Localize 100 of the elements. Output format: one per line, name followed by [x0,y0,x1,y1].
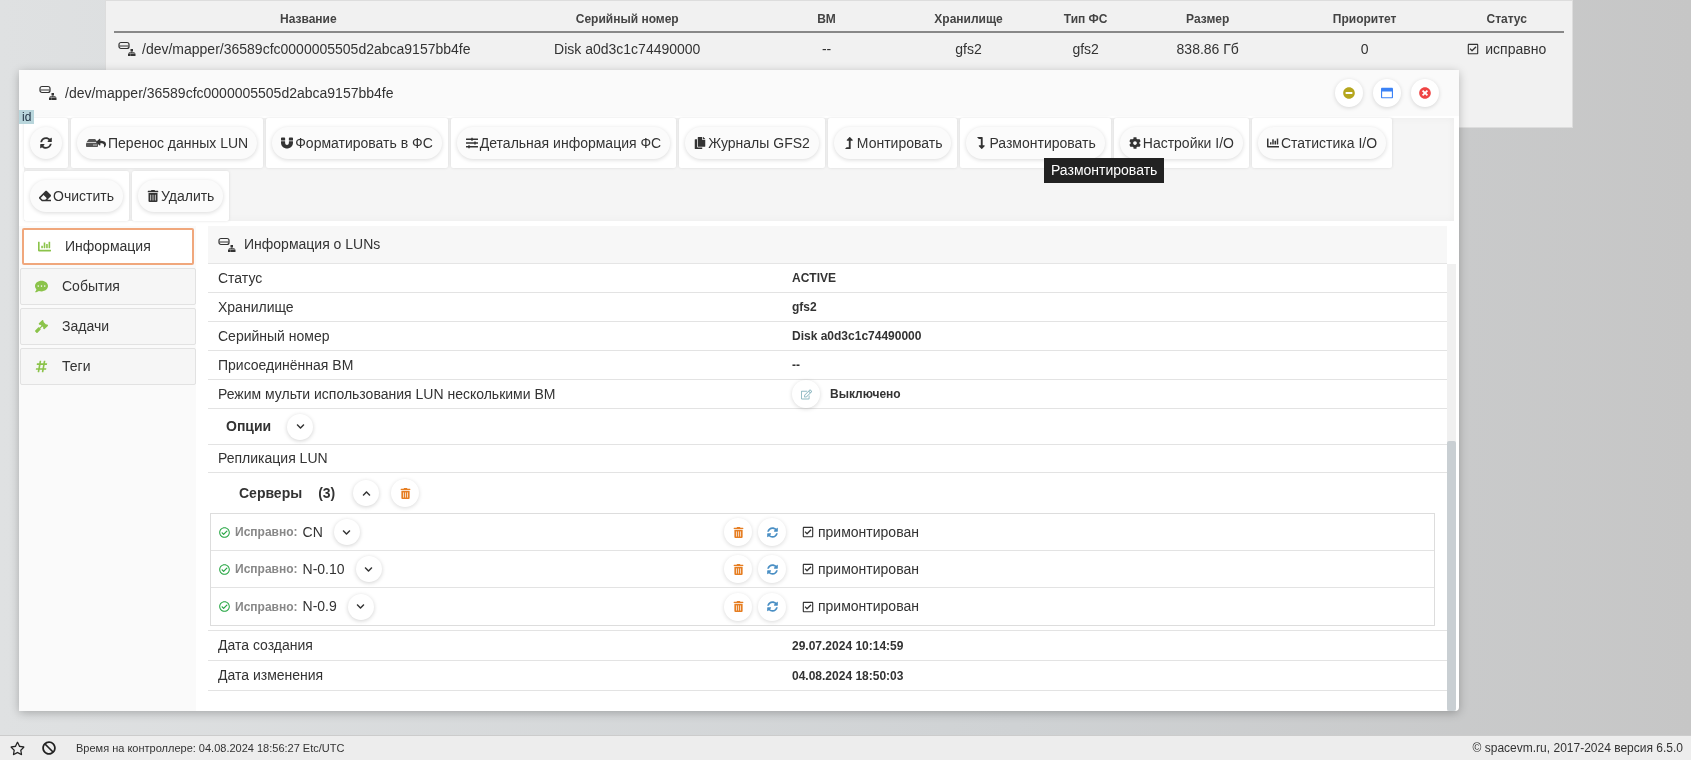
field-value: -- [792,357,800,374]
column-header: Размер [1186,12,1230,26]
column-header: Статус [1486,12,1527,26]
field-value: Disk a0d3c1c74490000 [792,328,922,345]
comment-icon [35,280,48,293]
server-status: Исправно: [235,561,298,578]
toolbar-button[interactable]: Настройки I/O [1119,127,1243,159]
servers-count: (3) [318,483,336,503]
id-badge: id [19,110,35,124]
toolbar-button[interactable]: Форматировать в ФС [272,127,442,159]
sidebar-item[interactable]: Информация [22,228,194,265]
expand-button[interactable] [353,480,380,506]
server-name: CN [302,522,323,542]
field-label: Дата изменения [218,666,325,685]
bar-chart-icon [38,240,51,253]
close-button[interactable] [1411,79,1439,107]
refresh-button[interactable] [30,127,62,159]
table-cell-text: 838.86 Гб [1176,39,1239,59]
chevron-down-icon [342,527,352,537]
section-title: Информация о LUNs [244,235,381,254]
sidebar-item[interactable]: Теги [20,348,196,385]
options-title: Опции [226,417,272,436]
chevron-down-icon [364,564,374,574]
sidebar-item[interactable]: Задачи [20,308,196,345]
field-label: Дата создания [218,636,314,655]
delete-button[interactable] [724,555,752,583]
toolbar-button[interactable]: Статистика I/O [1258,127,1387,159]
toolbar-button[interactable]: Размонтировать [966,127,1105,159]
field-value: ACTIVE [792,270,836,287]
refresh-icon [40,137,52,149]
table-cell-text: gfs2 [955,39,982,59]
status-ok-icon [219,526,230,538]
field-label: Присоединённая ВМ [218,355,355,375]
expand-button[interactable] [333,519,360,545]
chevron-down-icon [295,422,305,431]
table-cell-text: Disk a0d3c1c74490000 [554,39,701,59]
field-label: Режим мульти использования LUN несколькими ВМ [218,384,557,404]
server-name: N-0.10 [302,559,345,579]
column-header: Название [280,12,337,26]
settings-icon [1128,137,1141,149]
toolbar-button[interactable]: Перенос данных LUN [77,127,258,159]
trash-icon [732,601,744,612]
field-value: Выключено [830,386,901,403]
chevron-down-icon [356,602,366,611]
copy-icon [694,137,707,149]
expand-button[interactable] [355,556,382,582]
field-label: Репликация LUN [218,449,328,468]
column-header: ВМ [817,12,836,26]
server-status: Исправно: [235,598,298,616]
trash-icon [732,563,744,575]
toolbar-button[interactable]: Очистить [30,180,123,212]
servers-title: Серверы [239,483,303,503]
edit-button[interactable] [792,380,820,408]
status-ok-icon [219,601,230,612]
toolbar-button[interactable]: Журналы GFS2 [685,127,819,159]
column-header: Серийный номер [575,12,679,26]
lun-icon [118,41,136,57]
drive-reply-icon [86,137,106,149]
minimize-button[interactable] [1335,79,1363,107]
field-value: 04.08.2024 18:50:03 [792,667,904,685]
server-name: N-0.9 [302,597,337,616]
maximize-button[interactable] [1373,79,1401,107]
column-header: Приоритет [1332,12,1397,26]
minimize-icon [1343,87,1355,99]
mount-status: примонтирован [818,597,919,616]
table-cell-text: /dev/mapper/36589cfc0000005505d2abca9157bb4fe [142,39,471,59]
mount-status: примонтирован [818,522,919,542]
field-label: Серийный номер [218,326,331,346]
delete-button[interactable] [724,592,752,621]
lun-icon [39,85,57,101]
refresh-icon [766,601,778,612]
bar-chart-icon [1267,137,1279,149]
refresh-icon [766,526,778,538]
toolbar-button[interactable]: Монтировать [833,127,952,159]
ban-icon [42,741,56,755]
eraser-icon [39,190,51,202]
star-icon [9,740,25,756]
column-header: Тип ФС [1063,12,1108,26]
sidebar-item[interactable]: События [20,268,196,305]
toolbar-button[interactable]: Детальная информация ФС [456,127,671,159]
gavel-icon [35,320,48,333]
tooltip: Размонтировать [1044,158,1165,183]
trash-icon [399,487,411,499]
mount-status: примонтирован [818,559,919,579]
field-value: 29.07.2024 10:14:59 [792,637,904,655]
lun-icon [218,236,236,253]
delete-button[interactable] [391,479,420,507]
field-label: Хранилище [218,297,295,317]
window-title: /dev/mapper/36589cfc0000005505d2abca9157bb4fe [65,83,394,103]
status-ok-icon [219,563,230,575]
delete-button[interactable] [724,518,752,546]
arrow-down-icon [975,137,988,149]
toolbar-button[interactable]: Удалить [137,180,224,212]
column-header: Хранилище [934,12,1003,26]
table-cell-text: исправно [1485,39,1547,59]
field-label: Статус [218,268,264,288]
controller-time: Время на контроллере: 04.08.2024 18:56:27 Etc/UTC [76,740,345,756]
refresh-icon [766,563,778,575]
chevron-up-icon [361,488,371,498]
table-cell-text: 0 [1360,39,1369,59]
